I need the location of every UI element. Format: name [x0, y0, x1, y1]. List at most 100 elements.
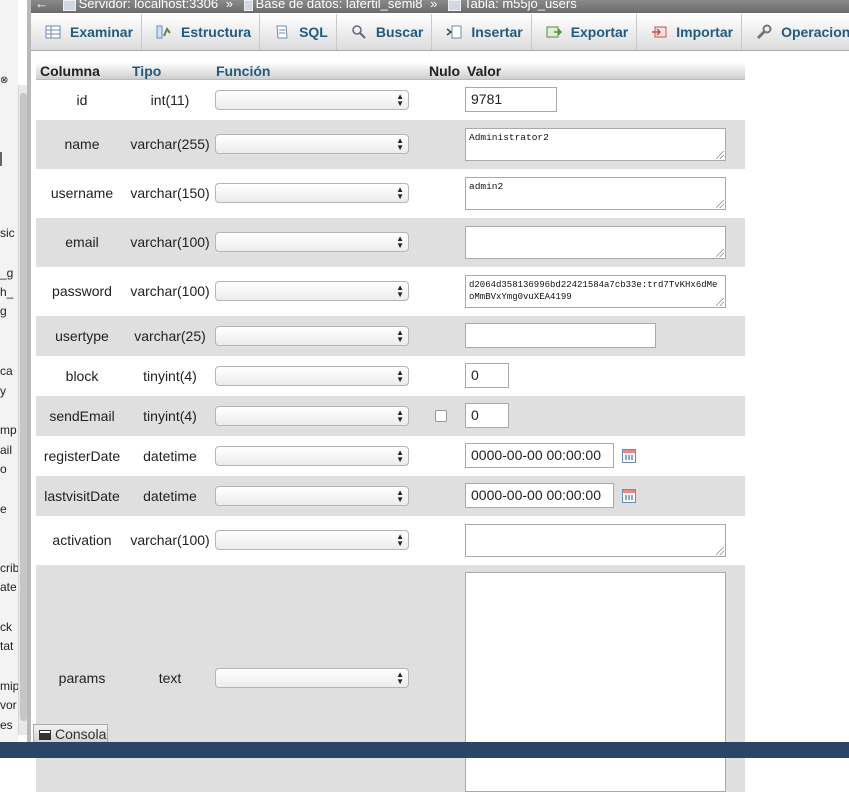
column-type: tinyint(4) — [128, 395, 212, 436]
value-textarea[interactable]: Administrator2 — [465, 127, 726, 161]
nav-fragment[interactable]: ca — [0, 364, 13, 378]
nav-fragment[interactable]: crib — [0, 561, 18, 575]
breadcrumb-separator: » — [225, 0, 233, 11]
function-select[interactable]: ▲ ▼ — [215, 89, 409, 110]
function-select[interactable]: ▲ ▼ — [215, 325, 409, 346]
column-name: sendEmail — [36, 395, 128, 436]
console-toggle[interactable]: Consola — [33, 724, 108, 743]
value-input[interactable]: 9781 — [465, 87, 557, 113]
tab-buscar[interactable]: Buscar — [337, 14, 433, 50]
resize-grip-icon[interactable] — [716, 199, 724, 208]
function-select[interactable]: ▲ ▼ — [215, 183, 409, 203]
tab-label: Exportar — [570, 24, 629, 40]
tab-importar[interactable]: Importar — [637, 14, 743, 50]
value-textarea[interactable]: admin2 — [465, 176, 726, 210]
browse-icon — [45, 24, 61, 40]
header-column: Columna — [36, 62, 128, 80]
value-textarea[interactable] — [465, 225, 726, 259]
back-arrow-icon[interactable]: ← — [35, 0, 48, 11]
tab-estructura[interactable]: Estructura — [142, 14, 261, 50]
function-select[interactable]: ▲ ▼ — [215, 134, 409, 154]
database-icon — [243, 0, 253, 11]
value-textarea[interactable]: d2064d358136996bd22421584a7cb33e:trd7TvK… — [465, 274, 726, 308]
column-name: block — [36, 355, 128, 396]
column-name: id — [36, 79, 128, 120]
table-row: usertype varchar(25) ▲ ▼ — [36, 315, 745, 356]
tab-exportar[interactable]: Exportar — [532, 14, 638, 50]
table-row: lastvisitDate datetime ▲ ▼ 0000-00-00 00:… — [36, 475, 745, 516]
nav-fragment[interactable]: es — [0, 718, 13, 732]
header-null: Nulo — [425, 62, 463, 80]
table-row: registerDate datetime ▲ ▼ 0000-00-00 00:0… — [36, 435, 745, 476]
calendar-icon[interactable] — [622, 488, 636, 503]
scrollbar-thumb[interactable] — [20, 93, 27, 721]
value-input[interactable]: 0 — [465, 363, 509, 388]
tab-examinar[interactable]: Examinar — [31, 14, 143, 50]
calendar-icon[interactable] — [622, 448, 636, 463]
nav-fragment: ⊗ — [0, 75, 9, 86]
breadcrumb-table[interactable]: Tabla: m55jo_users — [464, 0, 577, 11]
header-type[interactable]: Tipo — [128, 62, 212, 80]
null-checkbox[interactable] — [435, 409, 447, 422]
nav-fragment[interactable]: y — [0, 384, 6, 398]
structure-icon — [156, 24, 172, 40]
table-row: activation varchar(100) ▲ ▼ — [36, 515, 745, 565]
table-header-row: Columna Tipo Función Nulo Valor — [36, 62, 745, 80]
table-row: name varchar(255) ▲ ▼ Administrator2 — [36, 119, 745, 169]
nav-fragment[interactable]: ate — [0, 580, 17, 594]
value-input[interactable]: 0000-00-00 00:00:00 — [465, 443, 614, 468]
value-input[interactable]: 0 — [465, 403, 509, 428]
nav-fragment[interactable]: g — [0, 304, 7, 318]
nav-fragment[interactable]: tat — [0, 639, 13, 653]
tab-insertar[interactable]: Insertar — [432, 14, 532, 50]
breadcrumb-server[interactable]: Servidor: localhost:3306 — [79, 0, 218, 11]
nav-fragment[interactable]: ail — [0, 443, 12, 457]
nav-fragment[interactable]: e — [0, 502, 7, 516]
function-select[interactable]: ▲ ▼ — [215, 281, 409, 301]
column-type: varchar(150) — [128, 168, 212, 218]
column-name: username — [36, 168, 128, 218]
nav-fragment[interactable]: vor — [0, 698, 17, 712]
header-function[interactable]: Función — [212, 62, 425, 80]
function-select[interactable]: ▲ ▼ — [215, 445, 409, 466]
nav-fragment[interactable]: ck — [0, 620, 12, 634]
value-textarea[interactable] — [465, 523, 726, 557]
table-row: username varchar(150) ▲ ▼ admin2 — [36, 168, 745, 218]
value-textarea[interactable] — [465, 571, 726, 792]
nav-fragment[interactable]: mp — [0, 423, 17, 437]
function-select[interactable]: ▲ ▼ — [215, 365, 409, 386]
tab-operaciones[interactable]: Operaciones — [742, 14, 849, 50]
resize-grip-icon[interactable] — [716, 150, 724, 159]
resize-grip-icon[interactable] — [716, 546, 724, 555]
wrench-icon — [756, 24, 772, 40]
breadcrumb: ← Servidor: localhost:3306 » Base de dat… — [31, 0, 849, 13]
table-icon — [448, 0, 462, 11]
breadcrumb-database[interactable]: Base de datos: lafertil_semi8 — [256, 0, 423, 11]
function-select[interactable]: ▲ ▼ — [215, 405, 409, 426]
select-arrows-icon: ▲ ▼ — [396, 234, 404, 250]
column-type: tinyint(4) — [128, 355, 212, 396]
function-select[interactable]: ▲ ▼ — [215, 668, 409, 688]
column-type: varchar(100) — [128, 217, 212, 267]
nav-fragment[interactable]: h_ — [0, 285, 13, 299]
function-select[interactable]: ▲ ▼ — [215, 232, 409, 252]
column-type: datetime — [128, 475, 212, 516]
resize-grip-icon[interactable] — [716, 248, 724, 257]
nav-fragment[interactable]: _g — [0, 266, 13, 280]
table-row: password varchar(100) ▲ ▼ d2064d358136996… — [36, 266, 745, 316]
select-arrows-icon: ▲ ▼ — [396, 185, 404, 201]
resize-grip-icon[interactable] — [716, 297, 724, 306]
tab-sql[interactable]: SQL — [260, 14, 337, 50]
textarea-text: admin2 — [469, 180, 504, 192]
function-select[interactable]: ▲ ▼ — [215, 485, 409, 506]
insert-icon — [446, 24, 462, 40]
nav-fragment[interactable]: o — [0, 462, 7, 476]
panel-divider[interactable] — [27, 0, 31, 742]
function-select[interactable]: ▲ ▼ — [215, 530, 409, 550]
value-input[interactable]: 0000-00-00 00:00:00 — [465, 483, 614, 508]
column-name: name — [36, 119, 128, 169]
value-input[interactable] — [465, 323, 656, 348]
nav-fragment[interactable]: sic — [0, 226, 15, 240]
column-type: varchar(100) — [128, 515, 212, 565]
nav-fragment[interactable]: mip — [0, 679, 18, 693]
